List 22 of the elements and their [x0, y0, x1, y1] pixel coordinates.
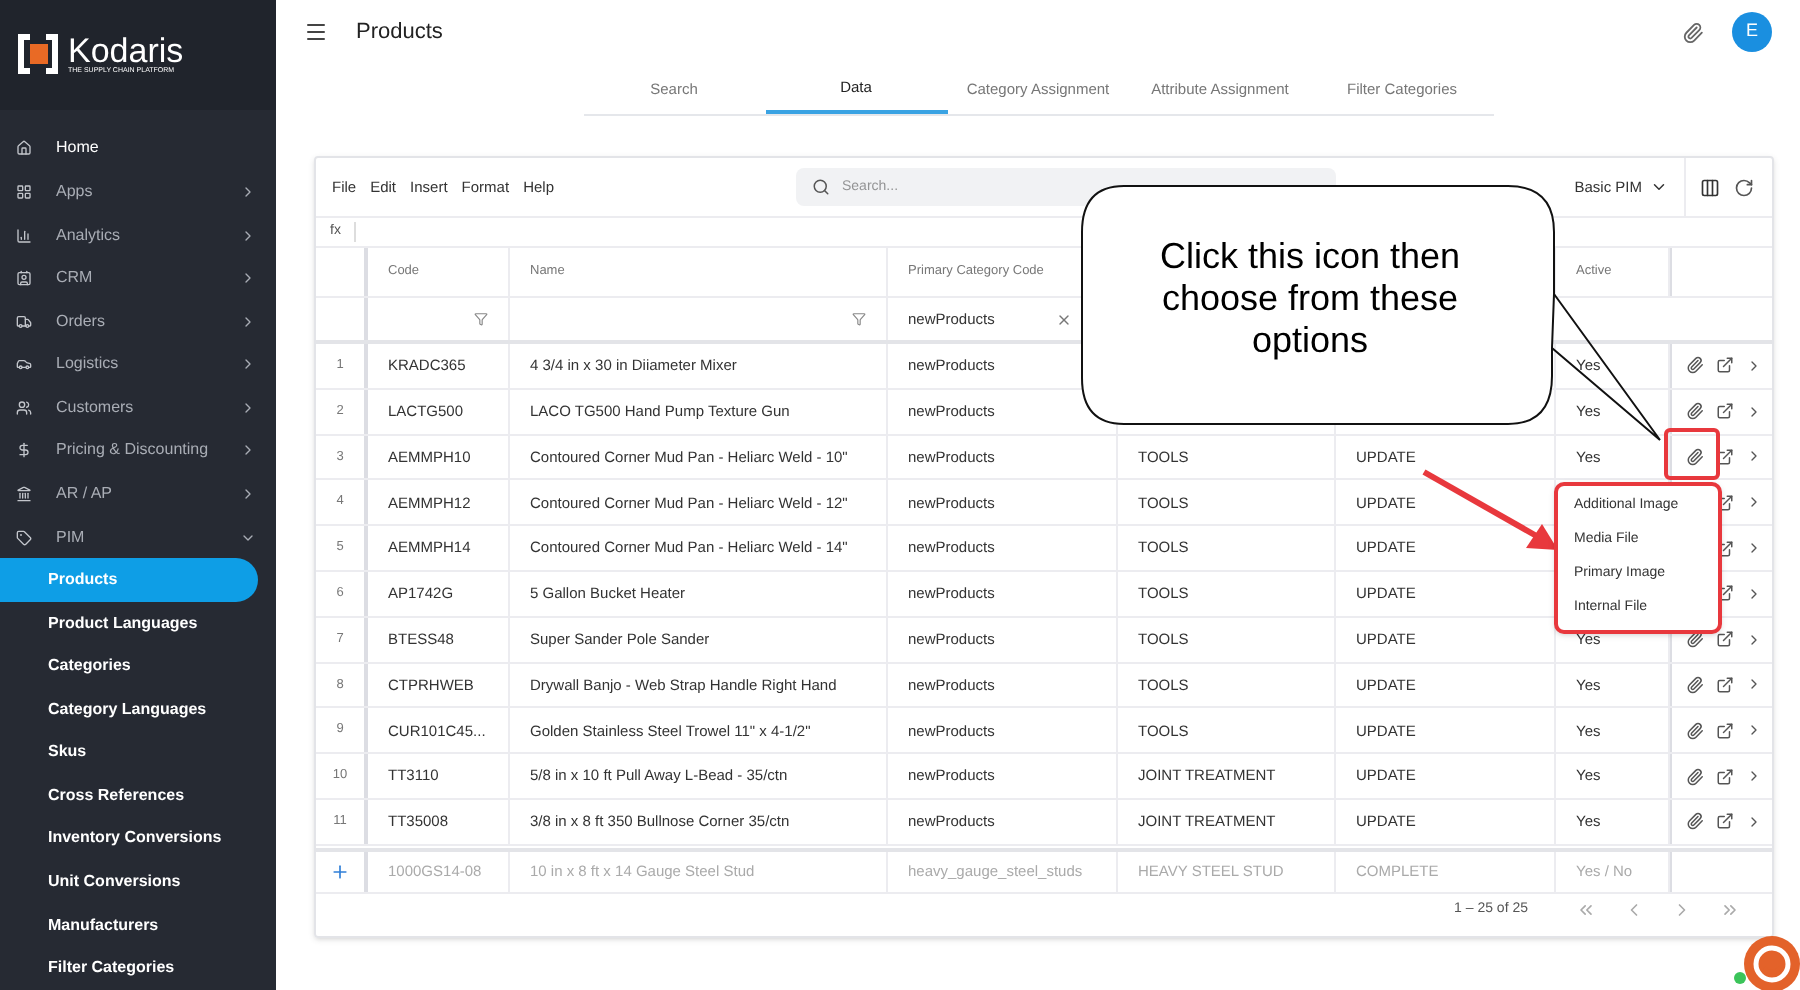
- nav-subitem[interactable]: Cross References: [0, 774, 258, 818]
- nav-item[interactable]: Logistics: [0, 342, 276, 387]
- nav-subitem[interactable]: Category Languages: [0, 687, 258, 732]
- nav-item[interactable]: Customers: [0, 386, 276, 430]
- brand-name: Kodaris: [68, 34, 184, 69]
- nav-item[interactable]: CRM: [0, 256, 276, 300]
- nav-subitem[interactable]: Inventory Conversions: [0, 817, 258, 861]
- nav-subitem[interactable]: Categories: [0, 644, 258, 688]
- nav-item[interactable]: Apps: [0, 170, 276, 214]
- nav-subitem[interactable]: Product Languages: [0, 601, 258, 645]
- page-title: Products: [356, 17, 445, 48]
- nav-subitem[interactable]: Manufacturers: [0, 903, 258, 947]
- nav-item[interactable]: Orders: [0, 299, 276, 343]
- nav-subitem[interactable]: Unit Conversions: [0, 860, 258, 904]
- nav-item[interactable]: PIM: [0, 515, 276, 559]
- nav-item[interactable]: Pricing & Discounting: [0, 429, 276, 473]
- callout-text: Click this icon then choose from these options: [1157, 236, 1463, 362]
- nav-item[interactable]: Home: [0, 127, 276, 171]
- nav-subitem[interactable]: Filter Categories: [0, 946, 258, 990]
- nav-item[interactable]: Analytics: [0, 213, 276, 257]
- nav-subitem[interactable]: Skus: [0, 731, 258, 775]
- nav-item[interactable]: AR / AP: [0, 472, 276, 516]
